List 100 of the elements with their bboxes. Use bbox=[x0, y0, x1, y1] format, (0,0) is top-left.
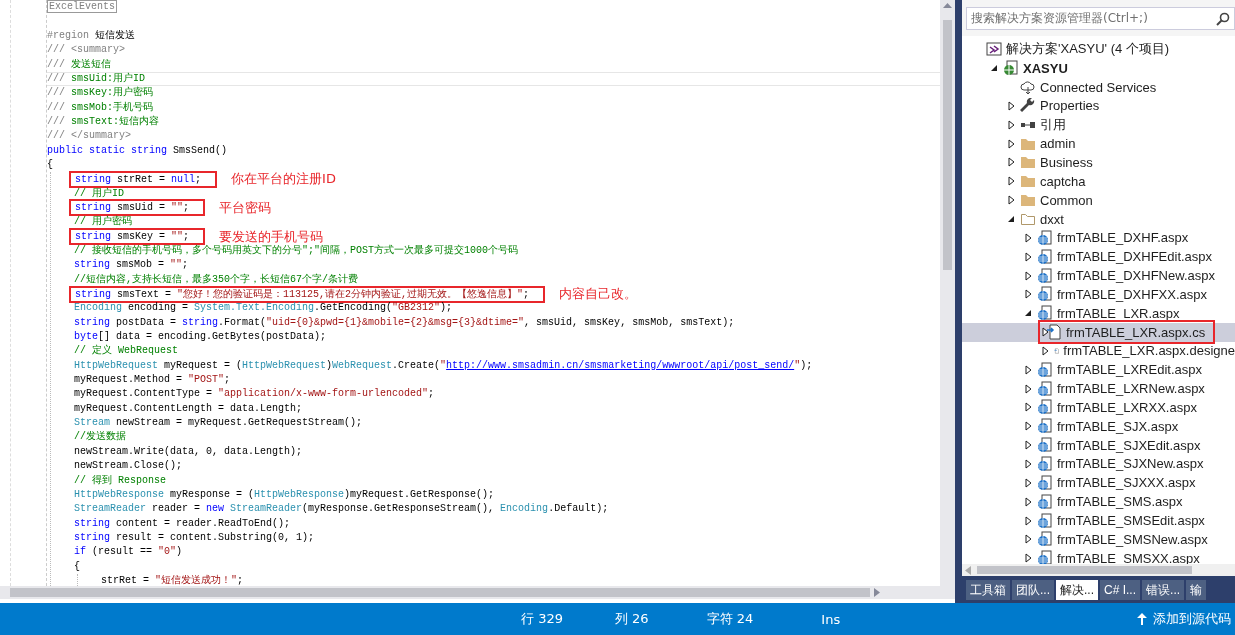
tree-item[interactable]: dxxt bbox=[962, 209, 1235, 229]
add-to-source-control-button[interactable]: 添加到源代码 bbox=[1137, 610, 1235, 628]
panel-tab[interactable]: 输 bbox=[1186, 580, 1207, 600]
collapsed-arrow-icon[interactable] bbox=[1024, 440, 1032, 451]
panel-tab[interactable]: C# I... bbox=[1100, 580, 1141, 600]
collapsed-arrow-icon[interactable] bbox=[1024, 232, 1032, 243]
scrollbar[interactable] bbox=[0, 586, 955, 599]
tree-item[interactable]: Common bbox=[962, 190, 1235, 210]
collapsed-arrow-icon[interactable] bbox=[1024, 515, 1032, 526]
code-line: strRet = "短信发送成功！"; bbox=[101, 573, 244, 586]
code-line: byte[] data = encoding.GetBytes(postData); bbox=[74, 330, 327, 344]
code-line: string postData = string.Format("uid={0}&pwd={1}&mobile={2}&msg={3}&dtime=", smsUid, smsKey, smsMob, smsText); bbox=[74, 315, 735, 330]
tree-item[interactable]: frmTABLE_SMSEdit.aspx bbox=[962, 511, 1235, 530]
tree-item[interactable]: 引用 bbox=[962, 115, 1235, 135]
tree-item[interactable]: frmTABLE_DXHFEdit.aspx bbox=[962, 247, 1235, 267]
expanded-arrow-icon[interactable] bbox=[1024, 309, 1032, 318]
expanded-arrow-icon[interactable] bbox=[1007, 215, 1015, 223]
globe-file-icon bbox=[1037, 229, 1053, 246]
tree-item[interactable]: frmTABLE_DXHFNew.aspx bbox=[962, 266, 1235, 285]
collapsed-arrow-icon[interactable] bbox=[1007, 195, 1015, 206]
tree-item[interactable]: frmTABLE_SJXEdit.aspx bbox=[962, 435, 1235, 455]
search-icon bbox=[1216, 11, 1230, 26]
code-line: public static string SmsSend() bbox=[47, 143, 228, 158]
code-line: // 接收短信的手机号码，多个号码用英文下的分号";"间隔，POST方式一次最多可提交1000个号码 bbox=[74, 244, 518, 258]
tree-item[interactable]: Connected Services bbox=[962, 77, 1235, 97]
code-line: { bbox=[47, 157, 53, 172]
folder-icon bbox=[1020, 192, 1036, 209]
collapsed-arrow-icon[interactable] bbox=[1041, 345, 1049, 356]
tree-item[interactable]: captcha bbox=[962, 171, 1235, 191]
collapsed-arrow-icon[interactable] bbox=[1024, 534, 1032, 545]
tree-item[interactable]: frmTABLE_LXR.aspx bbox=[962, 303, 1235, 323]
code-line: #region 短信发送 bbox=[47, 28, 135, 43]
globe-file-icon bbox=[1037, 286, 1053, 303]
scrollbar[interactable] bbox=[940, 0, 955, 586]
collapsed-arrow-icon[interactable] bbox=[1007, 176, 1015, 187]
panel-tab[interactable]: 错误... bbox=[1142, 580, 1185, 600]
search-field[interactable]: 搜索解决方案资源管理器(Ctrl+;) bbox=[966, 7, 1235, 30]
globe-file-icon bbox=[1037, 418, 1053, 435]
up-arrow-icon bbox=[1137, 613, 1147, 625]
tree-item[interactable]: 解决方案'XASYU' (4 个项目) bbox=[962, 40, 1235, 59]
code-line: /// smsText:短信内容 bbox=[47, 114, 160, 129]
code-line: if (result == "0") bbox=[74, 545, 183, 560]
collapsed-arrow-icon[interactable] bbox=[1007, 100, 1015, 111]
code-line: HttpWebRequest myRequest = (HttpWebRequest)WebRequest.Create("http://www.smsadmin.cn/smsmarketing/wwwroot/api/post_send/"); bbox=[74, 358, 813, 373]
code-line: /// smsUid:用户ID bbox=[47, 71, 146, 86]
collapsed-arrow-icon[interactable] bbox=[1024, 421, 1032, 432]
scroll-right-icon[interactable] bbox=[874, 588, 880, 597]
tree-item[interactable]: frmTABLE_DXHFXX.aspx bbox=[962, 284, 1235, 304]
char-number: 字符 24 bbox=[706, 610, 754, 628]
tree-item[interactable]: frmTABLE_LXRXX.aspx bbox=[962, 398, 1235, 417]
tree-item[interactable]: admin bbox=[962, 134, 1235, 154]
tree-item[interactable]: frmTABLE_LXR.aspx.cs bbox=[962, 322, 1235, 342]
annotation-note: 要发送的手机号码 bbox=[219, 227, 324, 244]
tree-item[interactable]: frmTABLE_LXRNew.aspx bbox=[962, 379, 1235, 399]
scroll-up-icon[interactable] bbox=[943, 2, 952, 8]
panel-tab[interactable]: 工具箱 bbox=[966, 580, 1010, 600]
collapsed-region: ExcelEvents bbox=[47, 0, 117, 15]
collapsed-arrow-icon[interactable] bbox=[1024, 251, 1032, 262]
tree-item[interactable]: XASYU bbox=[962, 58, 1235, 78]
scrollbar[interactable] bbox=[962, 564, 1235, 576]
code-line: /// </summary> bbox=[47, 129, 131, 144]
panel-tab[interactable]: 解决... bbox=[1056, 580, 1099, 600]
expanded-arrow-icon[interactable] bbox=[990, 64, 998, 73]
code-line: newStream.Write(data, 0, data.Length); bbox=[74, 444, 303, 459]
url-link[interactable]: http://www.smsadmin.cn/smsmarketing/wwwroot/api/post_send/ bbox=[446, 359, 795, 371]
globe-file-icon bbox=[1037, 267, 1053, 284]
tree-item[interactable]: frmTABLE_SJXXX.aspx bbox=[962, 473, 1235, 493]
collapsed-arrow-icon[interactable] bbox=[1024, 553, 1032, 564]
tree-item[interactable]: frmTABLE_DXHF.aspx bbox=[962, 228, 1235, 248]
tree-item[interactable]: frmTABLE_SMSNew.aspx bbox=[962, 529, 1235, 549]
folder-icon bbox=[1020, 154, 1036, 171]
code-line: Encoding encoding = System.Text.Encoding.GetEncoding("GB2312"); bbox=[74, 301, 453, 316]
collapsed-arrow-icon[interactable] bbox=[1024, 364, 1032, 375]
collapsed-arrow-icon[interactable] bbox=[1024, 289, 1032, 300]
code-line: myRequest.Method = "POST"; bbox=[74, 373, 231, 388]
collapsed-arrow-icon[interactable] bbox=[1024, 383, 1032, 394]
tree-item[interactable]: frmTABLE_LXREdit.aspx bbox=[962, 360, 1235, 380]
globe-file-icon bbox=[1037, 512, 1053, 529]
code-line: Stream newStream = myRequest.GetRequestStream(); bbox=[74, 416, 363, 431]
collapsed-arrow-icon[interactable] bbox=[1041, 327, 1049, 338]
code-line: //短信内容,支持长短信，最多350个字，长短信67个字/条计费 bbox=[74, 272, 358, 287]
code-line: string content = reader.ReadToEnd(); bbox=[74, 516, 291, 531]
collapsed-arrow-icon[interactable] bbox=[1024, 402, 1032, 413]
tree-item[interactable]: frmTABLE_SMS.aspx bbox=[962, 492, 1235, 512]
globe-file-icon bbox=[1037, 474, 1053, 491]
collapsed-arrow-icon[interactable] bbox=[1024, 459, 1032, 469]
collapsed-arrow-icon[interactable] bbox=[1007, 157, 1015, 168]
tree-item[interactable]: frmTABLE_SJXNew.aspx bbox=[962, 454, 1235, 474]
collapsed-arrow-icon[interactable] bbox=[1024, 270, 1032, 281]
collapsed-arrow-icon[interactable] bbox=[1007, 138, 1015, 149]
collapsed-arrow-icon[interactable] bbox=[1007, 119, 1015, 130]
tree-item[interactable]: Properties bbox=[962, 96, 1235, 116]
collapsed-arrow-icon[interactable] bbox=[1024, 496, 1032, 507]
tree-item[interactable]: frmTABLE_SJX.aspx bbox=[962, 416, 1235, 436]
panel-tab[interactable]: 团队... bbox=[1012, 580, 1054, 600]
column-number: 列 26 bbox=[614, 610, 649, 628]
tree-item[interactable]: frmTABLE_LXR.aspx.designe bbox=[962, 341, 1235, 361]
collapsed-arrow-icon[interactable] bbox=[1024, 477, 1032, 488]
tree-item[interactable]: Business bbox=[962, 153, 1235, 172]
globe-file-icon bbox=[1037, 305, 1053, 322]
